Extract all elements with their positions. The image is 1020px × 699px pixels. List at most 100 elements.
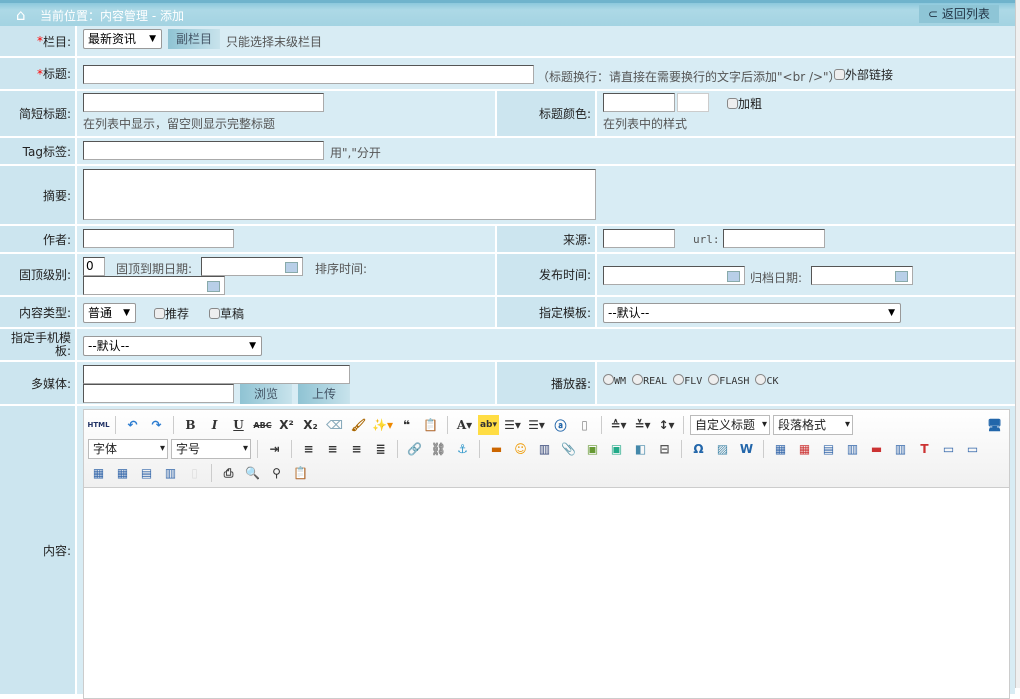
- redo-icon[interactable]: ↷: [146, 415, 167, 435]
- ordered-list-icon[interactable]: ☰▾: [502, 415, 523, 435]
- word-image-icon[interactable]: W: [736, 439, 757, 459]
- font-size-dropdown[interactable]: 字号: [171, 439, 251, 459]
- blockquote-icon[interactable]: ❝: [396, 415, 417, 435]
- summary-textarea[interactable]: [83, 169, 596, 220]
- emotion-icon[interactable]: ☺: [510, 439, 531, 459]
- fullscreen-icon[interactable]: 🖥: [984, 415, 1005, 435]
- top-level-input[interactable]: 0: [83, 257, 105, 276]
- print-icon[interactable]: ⎙: [218, 463, 239, 483]
- undo-icon[interactable]: ↶: [122, 415, 143, 435]
- sort-time-input[interactable]: [83, 276, 225, 295]
- bold-checkbox[interactable]: [727, 98, 738, 109]
- title-input[interactable]: [83, 65, 534, 84]
- iframe-icon[interactable]: ◧: [630, 439, 651, 459]
- google-map-icon[interactable]: ▣: [606, 439, 627, 459]
- format-brush-icon[interactable]: 🖌: [348, 415, 369, 435]
- expire-date-input[interactable]: [201, 257, 303, 276]
- player-radio-flash[interactable]: [708, 374, 720, 385]
- attachment-icon[interactable]: 📎: [558, 439, 579, 459]
- external-link-checkbox[interactable]: [834, 69, 845, 80]
- url-input[interactable]: [723, 229, 825, 248]
- indent-icon[interactable]: ⇥: [264, 439, 285, 459]
- author-input[interactable]: [83, 229, 234, 248]
- align-right-icon[interactable]: ≡: [346, 439, 367, 459]
- insert-col-icon[interactable]: ▥: [890, 439, 911, 459]
- snapscreen-icon[interactable]: ▨: [712, 439, 733, 459]
- magic-wand-icon[interactable]: ✨▾: [372, 415, 393, 435]
- column-select[interactable]: 最新资讯: [83, 29, 162, 49]
- superscript-icon[interactable]: X²: [276, 415, 297, 435]
- split-cells-icon[interactable]: ▦: [112, 463, 133, 483]
- html-source-icon[interactable]: HTML: [87, 415, 109, 435]
- content-type-select[interactable]: 普通: [83, 303, 136, 323]
- strikethrough-icon[interactable]: ABC: [252, 415, 273, 435]
- draft-checkbox[interactable]: [209, 308, 220, 319]
- delete-col-icon[interactable]: T: [914, 439, 935, 459]
- pagebreak-icon[interactable]: ⊟: [654, 439, 675, 459]
- short-title-input[interactable]: [83, 93, 324, 112]
- tag-input[interactable]: [83, 141, 324, 160]
- font-color-icon[interactable]: A▾: [454, 415, 475, 435]
- underline-icon[interactable]: U: [228, 415, 249, 435]
- row-spacing-bottom-icon[interactable]: ≚▾: [632, 415, 653, 435]
- source-input[interactable]: [603, 229, 675, 248]
- image-icon[interactable]: ▬: [486, 439, 507, 459]
- upload-button[interactable]: 上传: [298, 384, 350, 404]
- archive-date-input[interactable]: [811, 266, 913, 285]
- link-icon[interactable]: 🔗: [404, 439, 425, 459]
- player-radio-ck[interactable]: [755, 374, 767, 385]
- eraser-icon[interactable]: ⌫: [324, 415, 345, 435]
- merge-right-icon[interactable]: ▭: [962, 439, 983, 459]
- video-icon[interactable]: ▥: [534, 439, 555, 459]
- align-justify-icon[interactable]: ≣: [370, 439, 391, 459]
- subscript-icon[interactable]: X₂: [300, 415, 321, 435]
- highlight-icon[interactable]: ab▾: [478, 415, 499, 435]
- title-color-input[interactable]: [603, 93, 675, 112]
- split-cols-icon[interactable]: ▥: [160, 463, 181, 483]
- document-icon[interactable]: ▯: [574, 415, 595, 435]
- paste-icon[interactable]: 📋: [290, 463, 311, 483]
- preview-icon[interactable]: 🔍: [242, 463, 263, 483]
- italic-icon[interactable]: I: [204, 415, 225, 435]
- editor-body[interactable]: [84, 488, 1009, 698]
- sub-column-button[interactable]: 副栏目: [168, 29, 220, 49]
- search-replace-icon[interactable]: ⚲: [266, 463, 287, 483]
- unordered-list-icon[interactable]: ☰▾: [526, 415, 547, 435]
- custom-title-dropdown[interactable]: 自定义标题: [690, 415, 770, 435]
- paragraph-format-dropdown[interactable]: 段落格式: [773, 415, 853, 435]
- line-height-icon[interactable]: ↕▾: [656, 415, 677, 435]
- recommend-checkbox[interactable]: [154, 308, 165, 319]
- player-radio-wm[interactable]: [603, 374, 614, 385]
- bold-icon[interactable]: B: [180, 415, 201, 435]
- align-center-icon[interactable]: ≡: [322, 439, 343, 459]
- player-radio-real[interactable]: [632, 374, 644, 385]
- player-radio-flv[interactable]: [673, 374, 685, 385]
- delete-row-icon[interactable]: ▬: [866, 439, 887, 459]
- merge-down-icon[interactable]: ▦: [88, 463, 109, 483]
- browse-button[interactable]: 浏览: [240, 384, 292, 404]
- direction-icon[interactable]: ⓐ: [550, 415, 571, 435]
- special-char-icon[interactable]: Ω: [688, 439, 709, 459]
- color-preview[interactable]: [677, 93, 709, 112]
- paste-text-icon[interactable]: 📋: [420, 415, 441, 435]
- media-url-input[interactable]: [83, 365, 350, 384]
- back-to-list-button[interactable]: ⊂ 返回列表: [919, 5, 999, 23]
- map-icon[interactable]: ▣: [582, 439, 603, 459]
- publish-time-input[interactable]: [603, 266, 745, 285]
- align-left-icon[interactable]: ≡: [298, 439, 319, 459]
- template-select[interactable]: --默认--: [603, 303, 901, 323]
- insert-table-icon[interactable]: ▦: [770, 439, 791, 459]
- anchor-icon[interactable]: ⚓: [452, 439, 473, 459]
- unlink-icon[interactable]: ⛓: [428, 439, 449, 459]
- scrollbar[interactable]: [1015, 0, 1020, 688]
- insert-row-icon[interactable]: ▥: [842, 439, 863, 459]
- home-icon[interactable]: ⌂: [16, 6, 26, 24]
- merge-cells-icon[interactable]: ▭: [938, 439, 959, 459]
- insert-caption-icon[interactable]: ▤: [818, 439, 839, 459]
- row-spacing-top-icon[interactable]: ≙▾: [608, 415, 629, 435]
- font-family-dropdown[interactable]: 字体: [88, 439, 168, 459]
- mobile-template-select[interactable]: --默认--: [83, 336, 262, 356]
- split-rows-icon[interactable]: ▤: [136, 463, 157, 483]
- media-file-input[interactable]: [83, 384, 234, 403]
- delete-table-icon[interactable]: ▦: [794, 439, 815, 459]
